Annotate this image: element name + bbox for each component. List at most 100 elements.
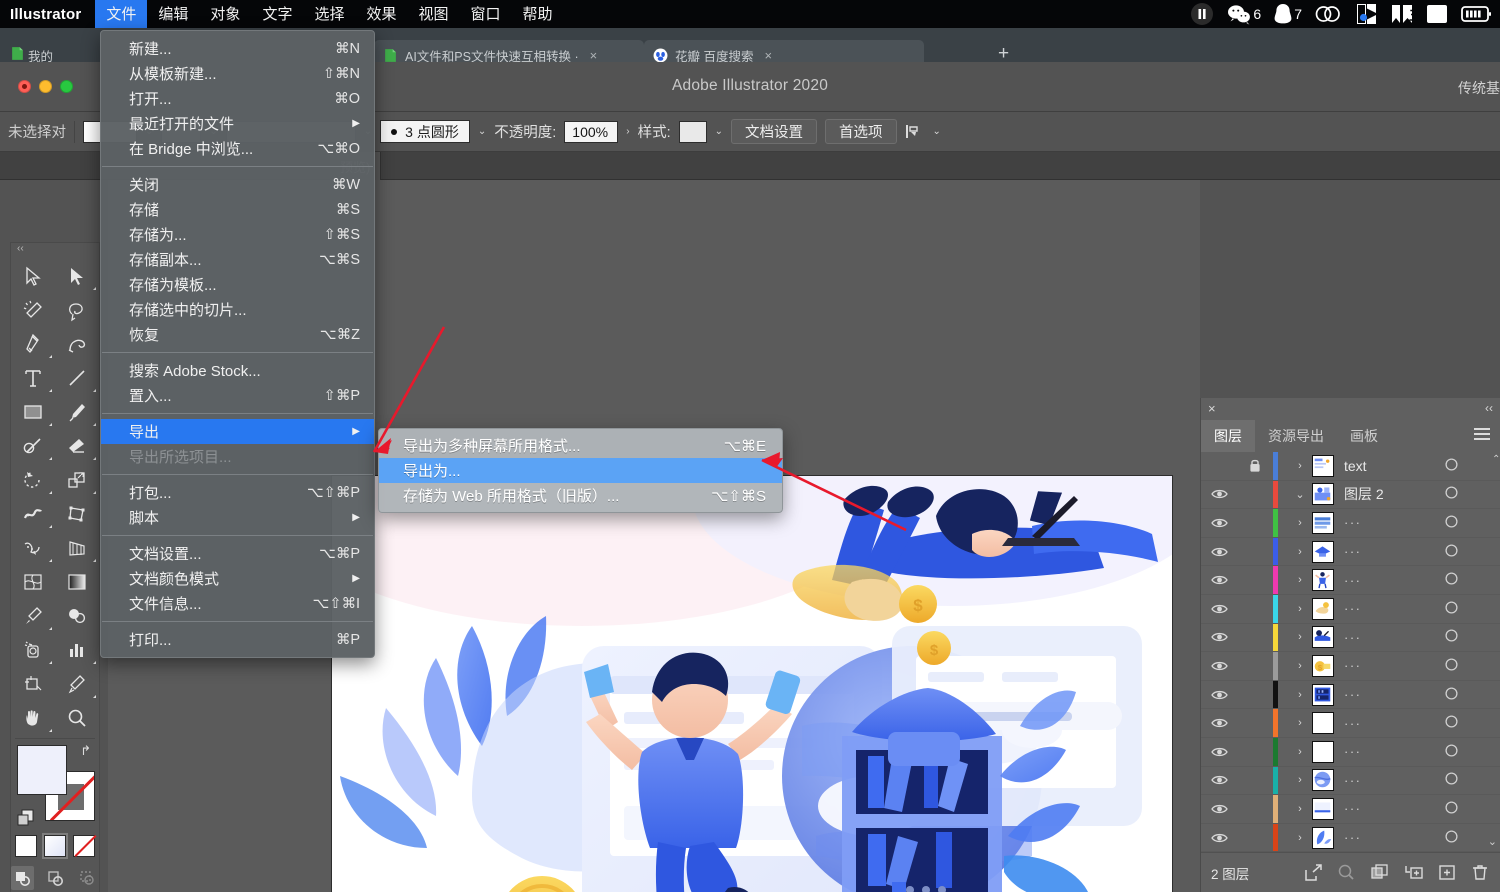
menu-item-打包[interactable]: 打包... ⌥⇧⌘P [101, 480, 374, 505]
menu-item-关闭[interactable]: 关闭 ⌘W [101, 172, 374, 197]
menu-item-文档设置[interactable]: 文档设置... ⌥⌘P [101, 541, 374, 566]
menubar-item-7[interactable]: 窗口 [460, 0, 512, 28]
layer-row[interactable]: › ··· [1201, 795, 1500, 824]
artboard-tool[interactable] [11, 667, 55, 701]
layer-expand-twisty[interactable]: › [1288, 460, 1312, 472]
shaper-tool[interactable] [11, 429, 55, 463]
layer-row[interactable]: › ··· [1201, 537, 1500, 567]
layer-row[interactable]: › text [1201, 452, 1500, 481]
free-transform-tool[interactable] [55, 497, 99, 531]
layer-target-indicator[interactable] [1445, 715, 1458, 731]
eyedropper-tool[interactable] [11, 599, 55, 633]
ime-icon[interactable]: 五 [1409, 4, 1453, 24]
draw-normal-mode[interactable] [11, 866, 34, 890]
rectangle-tool[interactable] [11, 395, 55, 429]
gradient-tool[interactable] [55, 565, 99, 599]
layer-expand-twisty[interactable]: › [1288, 660, 1312, 672]
menu-item-文档颜色模式[interactable]: 文档颜色模式 ▶ [101, 566, 374, 591]
file-menu-dropdown[interactable]: 新建... ⌘N 从模板新建... ⇧⌘N 打开... ⌘O 最近打开的文件 ▶ 在 Bridg… [100, 30, 375, 658]
chevron-down-icon[interactable]: ⌄ [478, 126, 486, 137]
menubar-item-4[interactable]: 选择 [303, 0, 355, 28]
layer-expand-twisty[interactable]: › [1288, 832, 1312, 844]
layer-target-indicator[interactable] [1445, 744, 1458, 760]
target-circle-icon[interactable] [1445, 658, 1458, 671]
target-circle-icon[interactable] [1445, 686, 1458, 700]
eye-icon[interactable] [1210, 774, 1228, 786]
curvature-tool[interactable] [55, 327, 99, 361]
artboard[interactable]: $ $ [332, 476, 1172, 892]
menubar-item-3[interactable]: 文字 [251, 0, 303, 28]
menu-item-存储选中的切片[interactable]: 存储选中的切片... [101, 297, 374, 322]
target-circle-icon[interactable] [1445, 458, 1458, 471]
eye-icon[interactable] [1210, 574, 1228, 586]
scroll-down-icon[interactable]: ⌄ [1488, 835, 1497, 848]
menu-item-最近打开的文件[interactable]: 最近打开的文件 ▶ [101, 111, 374, 136]
make-clipping-mask-icon[interactable] [1338, 864, 1355, 881]
collect-in-new-layer-icon[interactable] [1371, 864, 1388, 881]
collapse-panel-icon[interactable]: ‹‹ [1485, 401, 1493, 415]
submenu-item-导出为[interactable]: 导出为... [379, 458, 782, 483]
menu-item-存储副本[interactable]: 存储副本... ⌥⌘S [101, 247, 374, 272]
rotate-tool[interactable] [11, 463, 55, 497]
new-sublayer-icon[interactable] [1404, 864, 1423, 881]
chevron-down-icon[interactable]: ⌄ [933, 126, 941, 137]
target-circle-icon[interactable] [1445, 772, 1458, 785]
layer-target-indicator[interactable] [1445, 572, 1458, 588]
layer-thumbnail[interactable] [1312, 454, 1334, 477]
eye-icon[interactable] [1210, 517, 1228, 529]
layer-visibility-toggle[interactable] [1201, 574, 1237, 586]
eye-icon[interactable] [1210, 546, 1228, 558]
layer-expand-twisty[interactable]: › [1288, 803, 1312, 815]
layer-row[interactable]: › ··· [1201, 594, 1500, 624]
layer-visibility-toggle[interactable] [1201, 832, 1237, 844]
menu-item-新建[interactable]: 新建... ⌘N [101, 36, 374, 61]
layer-target-indicator[interactable] [1445, 686, 1458, 703]
panel-menu-icon[interactable] [1474, 428, 1490, 441]
swap-fill-stroke-icon[interactable]: ↱ [80, 743, 91, 759]
menubar-item-6[interactable]: 视图 [407, 0, 459, 28]
layer-visibility-toggle[interactable] [1201, 517, 1237, 529]
default-fill-stroke-icon[interactable] [17, 809, 35, 827]
magic-wand-tool[interactable] [11, 293, 55, 327]
line-segment-tool[interactable] [55, 361, 99, 395]
eraser-tool[interactable] [55, 429, 99, 463]
layer-row[interactable]: › ··· [1201, 766, 1500, 796]
document-setup-button[interactable]: 文档设置 [731, 119, 818, 144]
layer-expand-twisty[interactable]: › [1288, 517, 1312, 529]
perspective-grid-tool[interactable] [55, 531, 99, 565]
menu-item-导出[interactable]: 导出 ▶ [101, 419, 374, 444]
close-icon[interactable]: × [1208, 401, 1216, 416]
layer-row[interactable]: ⌄ 图层 2 [1201, 480, 1500, 510]
target-circle-icon[interactable] [1445, 744, 1458, 757]
target-circle-icon[interactable] [1445, 515, 1458, 528]
paintbrush-tool[interactable] [55, 395, 99, 429]
none-swatch[interactable] [73, 835, 95, 857]
release-clipping-mask-icon[interactable] [1305, 864, 1322, 881]
layer-visibility-toggle[interactable] [1201, 660, 1237, 672]
layer-thumbnail[interactable] [1312, 483, 1334, 506]
pen-tool[interactable] [11, 327, 55, 361]
menu-item-在Bridge中[interactable]: 在 Bridge 中浏览... ⌥⌘O [101, 136, 374, 161]
menu-item-搜索AdobeS[interactable]: 搜索 Adobe Stock... [101, 358, 374, 383]
menu-item-脚本[interactable]: 脚本 ▶ [101, 505, 374, 530]
layer-target-indicator[interactable] [1445, 486, 1458, 502]
symbol-sprayer-tool[interactable] [11, 633, 55, 667]
menu-item-恢复[interactable]: 恢复 ⌥⌘Z [101, 322, 374, 347]
layer-visibility-toggle[interactable] [1201, 803, 1237, 815]
layer-lock-toggle[interactable] [1237, 458, 1273, 473]
target-circle-icon[interactable] [1445, 629, 1458, 642]
menubar-item-8[interactable]: 帮助 [512, 0, 564, 28]
layer-thumbnail[interactable] [1312, 569, 1334, 592]
target-circle-icon[interactable] [1445, 801, 1458, 814]
layer-thumbnail[interactable] [1312, 511, 1334, 534]
layer-row[interactable]: › ··· [1201, 623, 1500, 653]
opacity-expand-icon[interactable]: › [626, 126, 629, 137]
fill-swatch[interactable] [17, 745, 67, 795]
layer-thumbnail[interactable] [1312, 740, 1334, 763]
chevron-down-icon[interactable]: ⌄ [715, 126, 723, 137]
submenu-item-导出为多种屏幕所[interactable]: 导出为多种屏幕所用格式... ⌥⌘E [379, 433, 782, 458]
new-layer-icon[interactable] [1439, 864, 1456, 881]
menu-item-置入[interactable]: 置入... ⇧⌘P [101, 383, 374, 408]
preferences-button[interactable]: 首选项 [825, 119, 897, 144]
layer-expand-twisty[interactable]: › [1288, 631, 1312, 643]
